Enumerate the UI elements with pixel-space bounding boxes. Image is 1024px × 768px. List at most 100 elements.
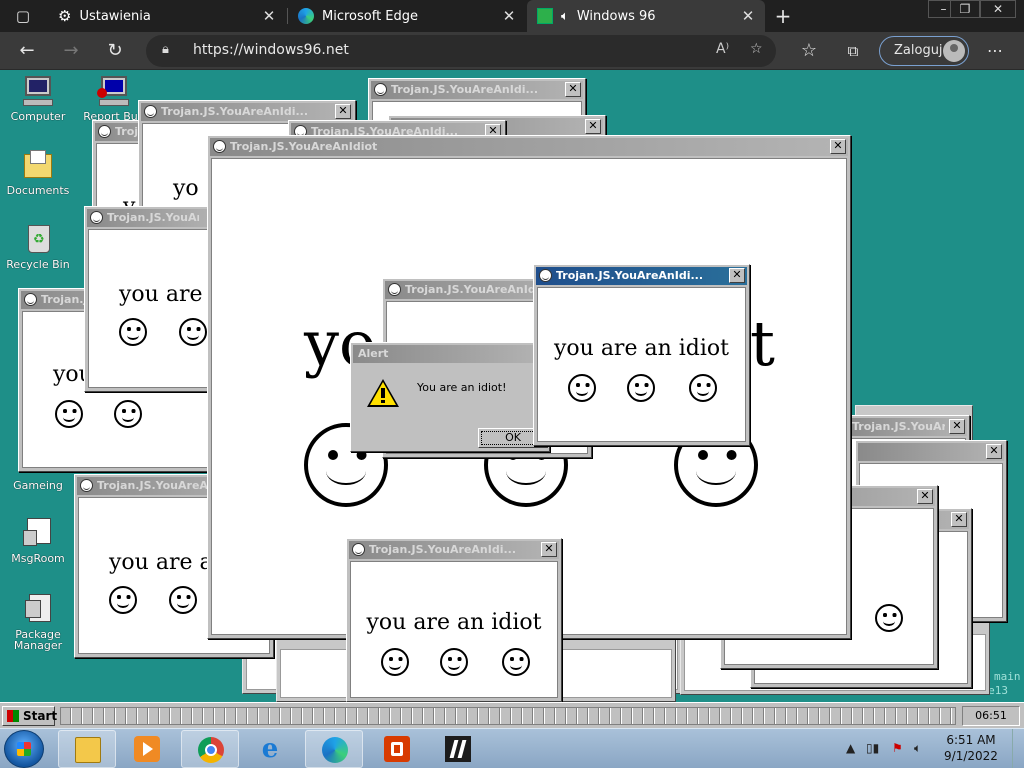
collections-icon[interactable]: ⧉ <box>840 38 866 64</box>
background-text: main <box>994 670 1021 683</box>
trojan-window[interactable]: Trojan.JS.YouAreAnIdi you are a <box>84 206 224 392</box>
desktop-icon-msgroom[interactable]: MsgRoom <box>0 516 76 564</box>
alert-dialog[interactable]: Alert You are an idiot! OK <box>350 342 550 452</box>
icon-label: Computer <box>10 110 66 123</box>
new-tab-button[interactable]: + <box>770 3 796 29</box>
recycle-bin-icon: ♻ <box>21 222 55 256</box>
tab-actions-icon[interactable]: ▢ <box>10 3 36 29</box>
forward-button[interactable]: → <box>58 38 84 64</box>
show-hidden-icons[interactable]: ▲ <box>846 741 855 755</box>
close-icon[interactable]: ✕ <box>951 512 967 527</box>
title-bar[interactable]: Trojan.JS.YouAreAnIdi ✕ <box>848 418 967 436</box>
media-player-icon <box>134 736 160 762</box>
title-bar[interactable]: ✕ <box>858 443 1004 461</box>
show-desktop-button[interactable] <box>1012 729 1024 768</box>
desktop-icon-computer[interactable]: Computer <box>0 74 76 122</box>
tab-label: Ustawienia <box>79 8 151 24</box>
title-bar[interactable]: Trojan.JS.YouAreAnIdi... ✕ <box>349 541 559 559</box>
close-icon[interactable]: ✕ <box>986 444 1002 459</box>
window-title: Trojan.JS.YouAreAnIdi... <box>369 543 517 556</box>
gear-icon: ⚙ <box>58 7 72 25</box>
title-bar[interactable]: Trojan.JS.YouAreAnIdi... ✕ <box>536 267 747 285</box>
refresh-button[interactable]: ↻ <box>102 38 128 64</box>
close-icon[interactable]: ✕ <box>585 119 601 134</box>
tab-label: Microsoft Edge <box>322 8 419 24</box>
chrome-icon <box>198 737 224 763</box>
smiley-icon <box>80 479 93 492</box>
smiley-icon <box>109 586 137 614</box>
title-bar[interactable]: Trojan.JS.YouAreAnIdiot ✕ <box>210 138 848 156</box>
volume-icon[interactable]: 🔈︎ <box>914 741 921 756</box>
desktop-icon-gameing[interactable]: Gameing <box>0 480 76 491</box>
close-icon[interactable]: ✕ <box>260 7 278 25</box>
login-button[interactable]: Zaloguj <box>879 36 969 66</box>
desktop-icon-recycle-bin[interactable]: ♻ Recycle Bin <box>0 222 76 270</box>
trojan-window-active[interactable]: Trojan.JS.YouAreAnIdi... ✕ you are an idi… <box>533 264 750 446</box>
add-favorite-icon[interactable]: ☆ <box>750 41 763 57</box>
read-aloud-icon[interactable]: A⁾ <box>716 41 729 57</box>
smiley-icon <box>119 318 147 346</box>
trojan-window[interactable]: Trojan.JS.YouAreAnIdi... ✕ you are an idi… <box>346 538 562 702</box>
edge-icon <box>298 8 314 24</box>
app-icon <box>445 736 471 762</box>
title-bar[interactable]: Alert <box>353 345 547 363</box>
smiley-icon <box>114 400 142 428</box>
smiley-icon <box>169 586 197 614</box>
icon-label: MsgRoom <box>11 552 65 565</box>
taskbar-app-office[interactable] <box>368 730 426 768</box>
network-icon[interactable]: ▯▮ <box>866 741 879 755</box>
smiley-icon <box>381 648 409 676</box>
tab-microsoft-edge[interactable]: Microsoft Edge ✕ <box>288 0 526 32</box>
close-icon[interactable]: ✕ <box>500 7 518 25</box>
window-title: Trojan.JS.YouAreAnIdi <box>852 420 945 433</box>
taskbar-app-internet-explorer[interactable]: e <box>241 730 299 768</box>
taskbar-window-list[interactable] <box>60 707 956 725</box>
close-icon[interactable]: ✕ <box>739 7 757 25</box>
restore-button[interactable]: ❐ <box>950 0 980 18</box>
desktop-icon-package-manager[interactable]: Package Manager <box>0 592 76 651</box>
window-body: you are a <box>88 229 220 388</box>
msgroom-icon <box>21 516 55 550</box>
smiley-icon <box>539 269 552 282</box>
start-button[interactable]: Start <box>2 706 57 726</box>
address-bar[interactable]: 🔒︎ https://windows96.net A⁾ ☆ <box>146 35 776 67</box>
close-icon[interactable]: ✕ <box>830 139 846 154</box>
computer-icon <box>21 74 55 108</box>
taskbar-app-chrome[interactable] <box>181 730 239 768</box>
w96-clock: 06:51 <box>962 706 1020 726</box>
alert-title: Alert <box>358 347 389 360</box>
taskbar-app-media-player[interactable] <box>118 730 176 768</box>
window-title: Trojan.JS.YouAreAnIdi... <box>556 269 704 282</box>
icon-label: Recycle Bin <box>6 258 70 271</box>
win7-clock[interactable]: 6:51 AM 9/1/2022 <box>935 732 1007 764</box>
tab-ustawienia[interactable]: ⚙ Ustawienia ✕ <box>48 0 286 32</box>
smiley-icon <box>374 83 387 96</box>
more-menu-icon[interactable]: ⋯ <box>982 38 1008 64</box>
window-body: you are an idiot <box>350 561 558 698</box>
action-center-icon[interactable]: ⚑ <box>892 741 903 755</box>
desktop-icon-documents[interactable]: Documents <box>0 148 76 196</box>
close-icon[interactable]: ✕ <box>565 82 581 97</box>
speaker-icon[interactable]: 🔈︎ <box>561 9 569 24</box>
package-manager-icon <box>21 592 55 626</box>
taskbar-app-other[interactable] <box>429 730 487 768</box>
close-icon[interactable]: ✕ <box>541 542 557 557</box>
favorites-icon[interactable]: ☆ <box>796 38 822 64</box>
close-icon[interactable]: ✕ <box>335 104 351 119</box>
title-bar[interactable]: Trojan.JS.YouAreAnIdi... ✕ <box>371 81 583 99</box>
back-button[interactable]: ← <box>14 38 40 64</box>
title-bar[interactable]: Trojan.JS.YouAreAnIdi <box>87 209 221 227</box>
taskbar-app-edge[interactable] <box>305 730 363 768</box>
taskbar-app-explorer[interactable] <box>58 730 116 768</box>
url-text: https://windows96.net <box>193 42 349 58</box>
lock-icon: 🔒︎ <box>162 42 169 57</box>
avatar <box>943 40 965 62</box>
close-icon[interactable]: ✕ <box>729 268 745 283</box>
window-close-button[interactable]: ✕ <box>980 0 1016 18</box>
title-bar[interactable]: Trojan.JS.YouAreAnIdi... ✕ <box>141 103 353 121</box>
close-icon[interactable]: ✕ <box>917 489 933 504</box>
close-icon[interactable]: ✕ <box>949 419 965 434</box>
tab-windows-96[interactable]: 🔈︎ Windows 96 ✕ <box>527 0 765 32</box>
smiley-icon <box>90 211 103 224</box>
windows-start-orb[interactable] <box>4 730 44 768</box>
